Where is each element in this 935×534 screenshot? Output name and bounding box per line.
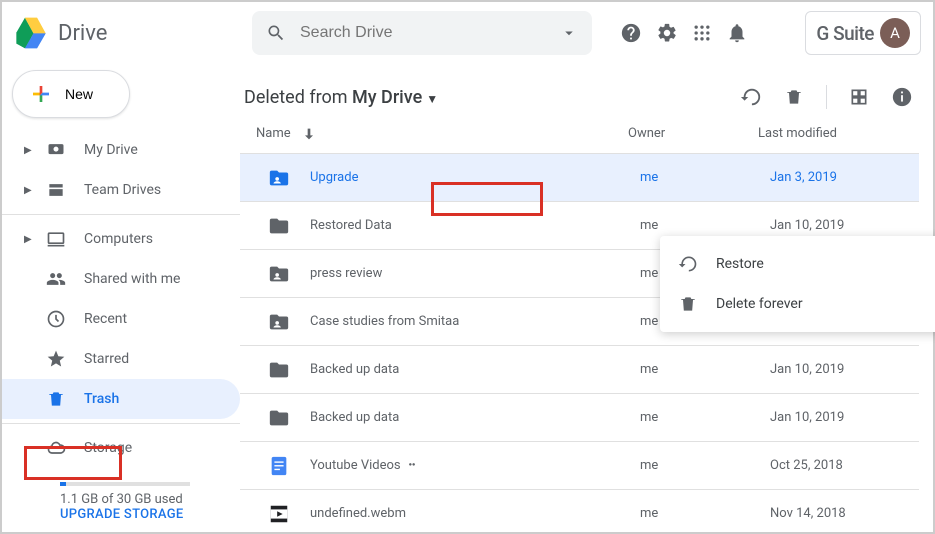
- delete-tool-icon[interactable]: [784, 87, 804, 107]
- notifications-icon[interactable]: [726, 22, 748, 44]
- file-type-icon: [256, 215, 310, 237]
- sidebar-item-storage[interactable]: ▶ Storage: [2, 428, 240, 468]
- cloud-icon: [46, 438, 66, 458]
- sidebar-item-starred[interactable]: ▶ Starred: [2, 339, 240, 379]
- sidebar-item-shared[interactable]: ▶ Shared with me: [2, 259, 240, 299]
- file-modified: Jan 3, 2019: [770, 170, 919, 185]
- file-row[interactable]: Backed up datameJan 10, 2019: [240, 394, 919, 442]
- file-name: Youtube Videos: [310, 458, 640, 473]
- file-name: Upgrade: [310, 170, 640, 185]
- search-icon: [266, 23, 286, 43]
- computers-icon: [46, 229, 66, 249]
- file-type-icon: [256, 455, 310, 477]
- recent-icon: [46, 309, 66, 329]
- column-modified[interactable]: Last modified: [758, 126, 919, 141]
- sort-arrow-icon: [301, 126, 317, 142]
- sidebar-item-teamdrives[interactable]: ▶ Team Drives: [2, 170, 240, 210]
- file-name: Case studies from Smitaa: [310, 314, 640, 329]
- file-type-icon: [256, 503, 310, 525]
- file-type-icon: [256, 167, 310, 189]
- details-icon[interactable]: [891, 86, 913, 108]
- plus-icon: [29, 82, 53, 106]
- file-owner: me: [640, 362, 770, 377]
- file-type-icon: [256, 263, 310, 285]
- file-row[interactable]: Youtube Videos meOct 25, 2018: [240, 442, 919, 490]
- sidebar-item-computers[interactable]: ▶ Computers: [2, 219, 240, 259]
- drive-logo-icon: [14, 16, 48, 50]
- file-name: undefined.webm: [310, 506, 640, 521]
- sidebar-item-trash[interactable]: ▶ Trash: [2, 379, 240, 419]
- file-row[interactable]: UpgrademeJan 3, 2019: [240, 154, 919, 202]
- star-icon: [46, 349, 66, 369]
- teamdrives-icon: [46, 180, 66, 200]
- storage-used: 1.1 GB of 30 GB used: [60, 492, 240, 507]
- trash-icon: [46, 389, 66, 409]
- file-name: Backed up data: [310, 410, 640, 425]
- expand-icon: ▶: [24, 234, 34, 245]
- grid-view-icon[interactable]: [849, 87, 869, 107]
- heading-dropdown-icon: ▼: [426, 92, 438, 106]
- file-modified: Nov 14, 2018: [770, 506, 919, 521]
- file-row[interactable]: Backed up datameJan 10, 2019: [240, 346, 919, 394]
- file-modified: Jan 10, 2019: [770, 362, 919, 377]
- file-owner: me: [640, 506, 770, 521]
- file-type-icon: [256, 359, 310, 381]
- avatar[interactable]: A: [880, 18, 910, 48]
- file-name: Backed up data: [310, 362, 640, 377]
- upgrade-storage-link[interactable]: UPGRADE STORAGE: [60, 507, 240, 522]
- file-type-icon: [256, 407, 310, 429]
- restore-tool-icon[interactable]: [740, 86, 762, 108]
- storage-bar: [60, 482, 190, 486]
- new-button[interactable]: New: [12, 70, 130, 118]
- file-owner: me: [640, 170, 770, 185]
- search-dropdown-icon[interactable]: [560, 24, 578, 42]
- file-row[interactable]: undefined.webmmeNov 14, 2018: [240, 490, 919, 526]
- expand-icon: ▶: [24, 185, 34, 196]
- file-modified: Jan 10, 2019: [770, 218, 919, 233]
- sidebar-item-mydrive[interactable]: ▶ My Drive: [2, 130, 240, 170]
- search-input[interactable]: [300, 24, 560, 42]
- file-name: Restored Data: [310, 218, 640, 233]
- file-type-icon: [256, 311, 310, 333]
- restore-icon: [678, 254, 698, 274]
- file-owner: me: [640, 410, 770, 425]
- trash-icon: [678, 294, 698, 314]
- help-icon[interactable]: [620, 22, 642, 44]
- app-title: Drive: [58, 21, 107, 46]
- column-owner[interactable]: Owner: [628, 126, 758, 141]
- file-owner: me: [640, 458, 770, 473]
- mydrive-icon: [46, 140, 66, 160]
- file-modified: Oct 25, 2018: [770, 458, 919, 473]
- file-list: UpgrademeJan 3, 2019Restored DatameJan 1…: [240, 154, 919, 526]
- column-name[interactable]: Name: [256, 126, 628, 142]
- shared-icon: [46, 269, 66, 289]
- context-menu: Restore Delete forever: [660, 236, 935, 332]
- expand-icon: ▶: [24, 145, 34, 156]
- sidebar-item-recent[interactable]: ▶ Recent: [2, 299, 240, 339]
- search-box[interactable]: [252, 11, 592, 55]
- sidebar-nav: ▶ My Drive ▶ Team Drives ▶ Computers ▶ S…: [2, 130, 240, 522]
- menu-item-delete-forever[interactable]: Delete forever: [660, 284, 935, 324]
- table-header: Name Owner Last modified: [240, 114, 919, 154]
- apps-icon[interactable]: [692, 23, 712, 43]
- file-name: press review: [310, 266, 640, 281]
- settings-icon[interactable]: [656, 22, 678, 44]
- file-modified: Jan 10, 2019: [770, 410, 919, 425]
- page-heading[interactable]: Deleted from My Drive▼: [244, 87, 438, 108]
- gsuite-label: G Suite: [816, 22, 874, 45]
- file-owner: me: [640, 218, 770, 233]
- menu-item-restore[interactable]: Restore: [660, 244, 935, 284]
- gsuite-badge[interactable]: G Suite A: [805, 11, 921, 55]
- new-button-label: New: [65, 86, 93, 102]
